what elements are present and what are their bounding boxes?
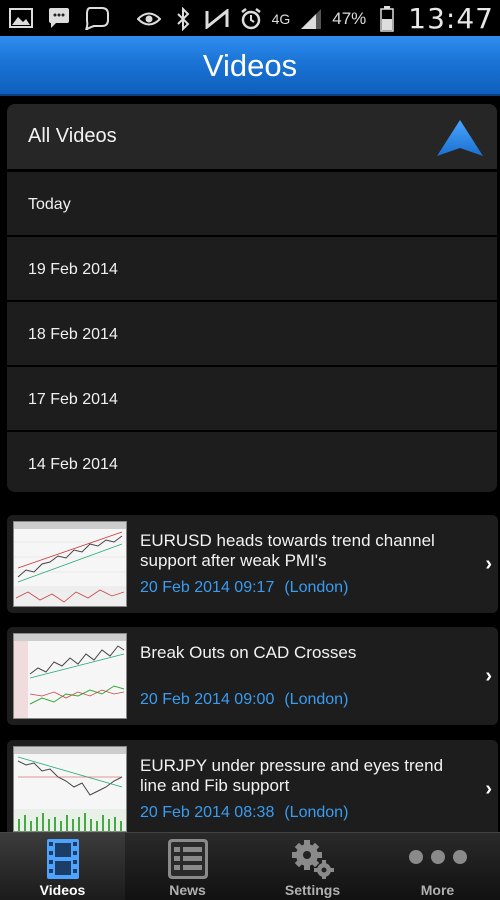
video-item[interactable]: EURJPY under pressure and eyes trend lin… [7,740,498,832]
gears-icon [291,840,334,879]
tab-label: Settings [284,882,341,898]
tab-label: Videos [39,882,86,898]
date-option-18-feb[interactable]: 18 Feb 2014 [7,300,497,365]
tab-news[interactable]: News [125,833,250,900]
collapse-arrow-icon[interactable] [435,118,485,158]
video-item[interactable]: EURUSD heads towards trend channel suppo… [7,515,498,613]
date-filter-header[interactable]: All Videos [7,104,497,170]
video-title: EURJPY under pressure and eyes trend lin… [140,756,444,795]
tab-more[interactable]: More [375,833,500,900]
chevron-right-icon: › [485,778,492,800]
date-option-14-feb[interactable]: 14 Feb 2014 [7,430,497,492]
date-option-label: 19 Feb 2014 [28,261,118,278]
video-item[interactable]: Break Outs on CAD Crosses 20 Feb 2014 09… [7,627,498,725]
video-location: (London) [284,691,349,708]
date-option-label: 18 Feb 2014 [28,326,118,343]
tab-videos[interactable]: Videos [0,833,125,900]
date-option-17-feb[interactable]: 17 Feb 2014 [7,365,497,430]
date-option-label: 17 Feb 2014 [28,391,118,408]
video-title: Break Outs on CAD Crosses [140,643,357,662]
date-filter-selected: All Videos [28,125,117,147]
eye-icon [136,6,162,32]
battery-icon [374,5,400,32]
date-option-19-feb[interactable]: 19 Feb 2014 [7,235,497,300]
page-title: Videos [202,48,298,83]
video-thumbnail [13,521,127,607]
alarm-icon [238,6,264,32]
nfc-icon [204,6,230,32]
video-meta: 20 Feb 2014 09:17 (London) [140,579,348,597]
tab-label: News [169,882,206,898]
date-option-label: Today [28,196,71,213]
battery-percent: 47% [332,8,367,28]
video-thumbnail [13,746,127,832]
video-thumbnail [13,633,127,719]
video-datetime: 20 Feb 2014 09:17 [140,579,275,596]
video-location: (London) [284,804,349,821]
date-option-today[interactable]: Today [7,170,497,235]
date-filter-dropdown: All Videos Today 19 Feb 2014 18 Feb 2014… [7,104,497,492]
bottom-tab-bar: Videos News Settings More [0,832,500,900]
video-meta: 20 Feb 2014 09:00 (London) [140,691,348,709]
tab-settings[interactable]: Settings [250,833,375,900]
bbm-icon [46,5,72,31]
date-option-label: 14 Feb 2014 [28,456,118,473]
chevron-right-icon: › [485,665,492,687]
video-title: EURUSD heads towards trend channel suppo… [140,531,435,570]
news-list-icon [167,839,208,879]
video-datetime: 20 Feb 2014 08:38 [140,804,275,821]
more-dots-icon [408,850,467,864]
video-meta: 20 Feb 2014 08:38 (London) [140,804,348,822]
network-type: 4G [271,10,291,27]
film-icon [46,839,79,879]
gallery-icon [8,5,34,31]
title-bar: Videos [0,36,500,96]
content-area[interactable]: All Videos Today 19 Feb 2014 18 Feb 2014… [0,96,500,832]
clock: 13:47 [408,2,494,35]
video-datetime: 20 Feb 2014 09:00 [140,691,275,708]
tab-label: More [420,882,455,898]
bluetooth-icon [170,6,196,32]
signal-icon [298,6,324,32]
chat-bubble-icon [84,5,110,31]
chevron-right-icon: › [485,553,492,575]
status-bar: 4G 47% 13:47 [0,0,500,36]
video-location: (London) [284,579,349,596]
